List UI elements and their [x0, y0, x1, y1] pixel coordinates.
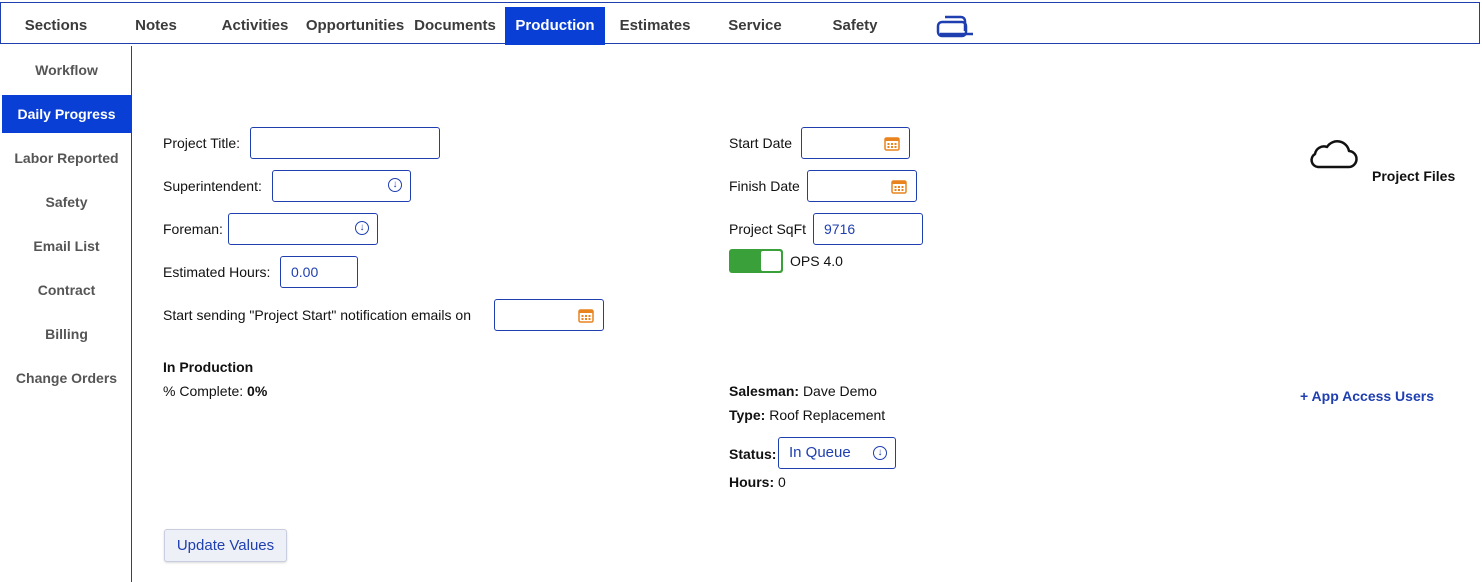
sidebar-item-daily-progress[interactable]: Daily Progress — [2, 95, 131, 133]
cloud-icon[interactable] — [1306, 137, 1358, 171]
calendar-icon[interactable] — [891, 178, 907, 194]
top-nav: Sections Notes Activities Opportunities … — [0, 2, 1480, 45]
app-access-users-link[interactable]: + App Access Users — [1300, 388, 1434, 404]
percent-complete: % Complete: 0% — [163, 383, 267, 399]
sidebar-item-contract[interactable]: Contract — [2, 271, 131, 309]
tab-activities[interactable]: Activities — [205, 7, 305, 45]
superintendent-label: Superintendent: — [163, 178, 262, 194]
sidebar-item-email-list[interactable]: Email List — [2, 227, 131, 265]
calendar-icon[interactable] — [884, 135, 900, 151]
sidebar-item-workflow[interactable]: Workflow — [2, 51, 131, 89]
sidebar-item-labor-reported[interactable]: Labor Reported — [2, 139, 131, 177]
percent-complete-label: % Complete: — [163, 383, 244, 399]
hours-value: 0 — [778, 474, 786, 490]
tab-estimates[interactable]: Estimates — [605, 7, 705, 45]
foreman-select[interactable]: ↓ — [228, 213, 378, 245]
calendar-icon[interactable] — [578, 307, 594, 323]
tab-notes[interactable]: Notes — [106, 7, 206, 45]
status-select-value: In Queue — [789, 444, 851, 461]
finish-date-input[interactable] — [807, 170, 917, 202]
sqft-label: Project SqFt — [729, 221, 807, 237]
tab-safety[interactable]: Safety — [805, 7, 905, 45]
salesman-value: Dave Demo — [802, 383, 877, 399]
tab-service[interactable]: Service — [705, 7, 805, 45]
ops-label: OPS 4.0 — [790, 253, 843, 269]
percent-complete-value: 0% — [247, 383, 268, 399]
foreman-label: Foreman: — [163, 221, 223, 237]
in-production-heading: In Production — [163, 359, 254, 375]
toggle-knob — [761, 251, 781, 271]
type-value: Roof Replacement — [769, 407, 886, 423]
salesman-label: Salesman: — [729, 383, 800, 399]
estimated-hours-label: Estimated Hours: — [163, 264, 271, 280]
stacked-windows-icon[interactable] — [935, 13, 975, 39]
sidebar-item-billing[interactable]: Billing — [2, 315, 131, 353]
salesman-line: Salesman: Dave Demo — [729, 383, 877, 399]
sidebar: Workflow Daily Progress Labor Reported S… — [0, 46, 132, 582]
notify-date-input[interactable] — [494, 299, 604, 331]
update-values-button[interactable]: Update Values — [164, 529, 287, 562]
sqft-input[interactable]: 9716 — [813, 213, 923, 245]
estimated-hours-input[interactable]: 0.00 — [280, 256, 358, 288]
status-select[interactable]: In Queue ↓ — [778, 437, 896, 469]
project-title-input[interactable] — [250, 127, 440, 159]
project-files-label[interactable]: Project Files — [1372, 168, 1455, 184]
tab-sections[interactable]: Sections — [6, 7, 106, 45]
type-line: Type: Roof Replacement — [729, 407, 885, 423]
type-label: Type: — [729, 407, 766, 423]
tab-documents[interactable]: Documents — [405, 7, 505, 45]
tab-production[interactable]: Production — [505, 7, 605, 45]
hours-label: Hours: — [729, 474, 775, 490]
dropdown-arrow-icon: ↓ — [873, 446, 887, 460]
status-label: Status: — [729, 446, 777, 462]
ops-toggle[interactable] — [729, 249, 783, 273]
sidebar-item-safety[interactable]: Safety — [2, 183, 131, 221]
dropdown-arrow-icon: ↓ — [355, 221, 369, 235]
notify-label: Start sending "Project Start" notificati… — [163, 307, 471, 323]
finish-date-label: Finish Date — [729, 178, 800, 194]
start-date-label: Start Date — [729, 135, 793, 151]
start-date-input[interactable] — [801, 127, 910, 159]
hours-line: Hours: 0 — [729, 474, 786, 490]
project-title-label: Project Title: — [163, 135, 241, 151]
superintendent-select[interactable]: ↓ — [272, 170, 411, 202]
sidebar-item-change-orders[interactable]: Change Orders — [2, 359, 131, 397]
tab-opportunities[interactable]: Opportunities — [305, 7, 405, 45]
dropdown-arrow-icon: ↓ — [388, 178, 402, 192]
